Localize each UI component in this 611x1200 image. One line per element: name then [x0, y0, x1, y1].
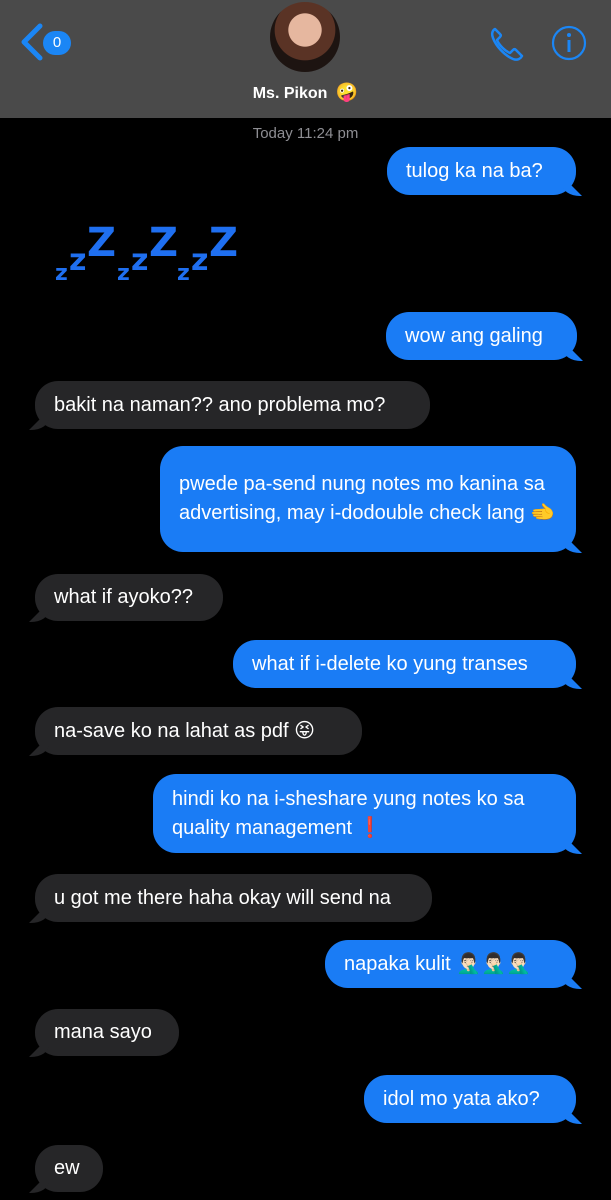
svg-text:z: z [117, 261, 129, 286]
svg-text:Z: Z [149, 220, 177, 266]
message-bubble-in[interactable]: ew [35, 1145, 103, 1192]
message-bubble-in[interactable]: mana sayo [35, 1009, 179, 1056]
contact-name-label: Ms. Pikon [252, 85, 328, 102]
svg-text:z: z [69, 243, 86, 278]
avatar[interactable] [270, 2, 340, 72]
message-bubble-out[interactable]: napaka kulit 🤦🏻‍♂️🤦🏻‍♂️🤦🏻‍♂️ [325, 940, 576, 988]
info-button[interactable] [550, 24, 588, 62]
message-bubble-out[interactable]: what if i-delete ko yung transes [233, 640, 576, 688]
contact-name[interactable]: Ms. Pikon 🤪 [0, 82, 611, 103]
call-button[interactable] [487, 24, 527, 64]
message-bubble-in[interactable]: bakit na naman?? ano problema mo? [35, 381, 430, 429]
zzz-sticker[interactable]: z z Z z z Z z z Z [55, 218, 245, 292]
message-bubble-out[interactable]: pwede pa-send nung notes mo kanina sa ad… [160, 446, 576, 552]
message-bubble-out[interactable]: hindi ko na i-sheshare yung notes ko sa … [153, 774, 576, 853]
message-bubble-in[interactable]: what if ayoko?? [35, 574, 223, 621]
info-icon [551, 25, 587, 61]
message-timestamp: Today 11:24 pm [252, 125, 359, 142]
unread-count-badge: 0 [43, 31, 71, 55]
message-bubble-out[interactable]: tulog ka na ba? [387, 147, 576, 195]
svg-text:Z: Z [87, 220, 115, 266]
message-bubble-out[interactable]: idol mo yata ako? [364, 1075, 576, 1123]
back-button[interactable]: 0 [18, 22, 78, 62]
svg-text:z: z [177, 261, 189, 286]
message-bubble-out[interactable]: wow ang galing [386, 312, 577, 360]
svg-text:z: z [131, 243, 148, 278]
svg-text:z: z [191, 243, 208, 278]
message-bubble-in[interactable]: u got me there haha okay will send na [35, 874, 432, 922]
phone-icon [490, 27, 524, 61]
svg-text:z: z [55, 261, 67, 286]
contact-emoji: 🤪 [335, 82, 359, 102]
svg-text:Z: Z [209, 220, 237, 266]
sleeping-zzz-icon: z z Z z z Z z z Z [55, 220, 239, 286]
chat-header: 0 Ms. Pikon 🤪 [0, 0, 611, 118]
message-bubble-in[interactable]: na-save ko na lahat as pdf 😝 [35, 707, 362, 755]
